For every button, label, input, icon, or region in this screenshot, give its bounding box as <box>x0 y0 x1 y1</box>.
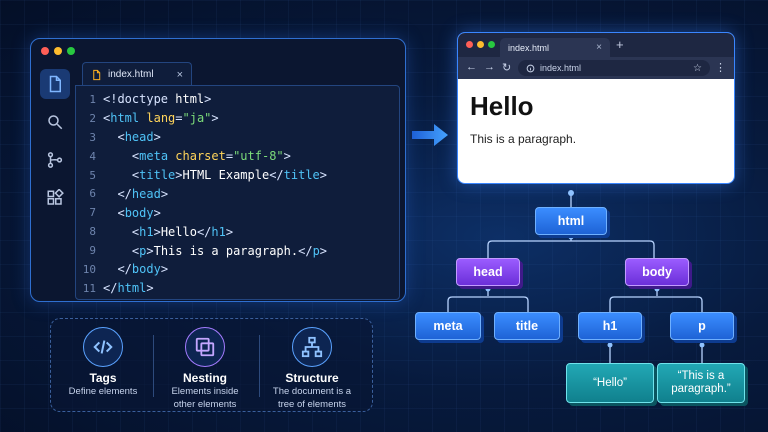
text-node-line-1: “This is a <box>677 370 725 382</box>
tree-node-title[interactable]: title <box>494 312 560 340</box>
text-node-line-2: paragraph.” <box>671 383 731 395</box>
tree-node-body[interactable]: body <box>625 258 689 286</box>
tree-node-p[interactable]: p <box>670 312 734 340</box>
tree-node-html[interactable]: html <box>535 207 607 235</box>
tree-node-h1[interactable]: h1 <box>578 312 642 340</box>
tree-node-head[interactable]: head <box>456 258 520 286</box>
tree-text-node-hello[interactable]: “Hello” <box>566 363 654 403</box>
tree-text-node-paragraph[interactable]: “This is a paragraph.” <box>657 363 745 403</box>
tree-node-meta[interactable]: meta <box>415 312 481 340</box>
